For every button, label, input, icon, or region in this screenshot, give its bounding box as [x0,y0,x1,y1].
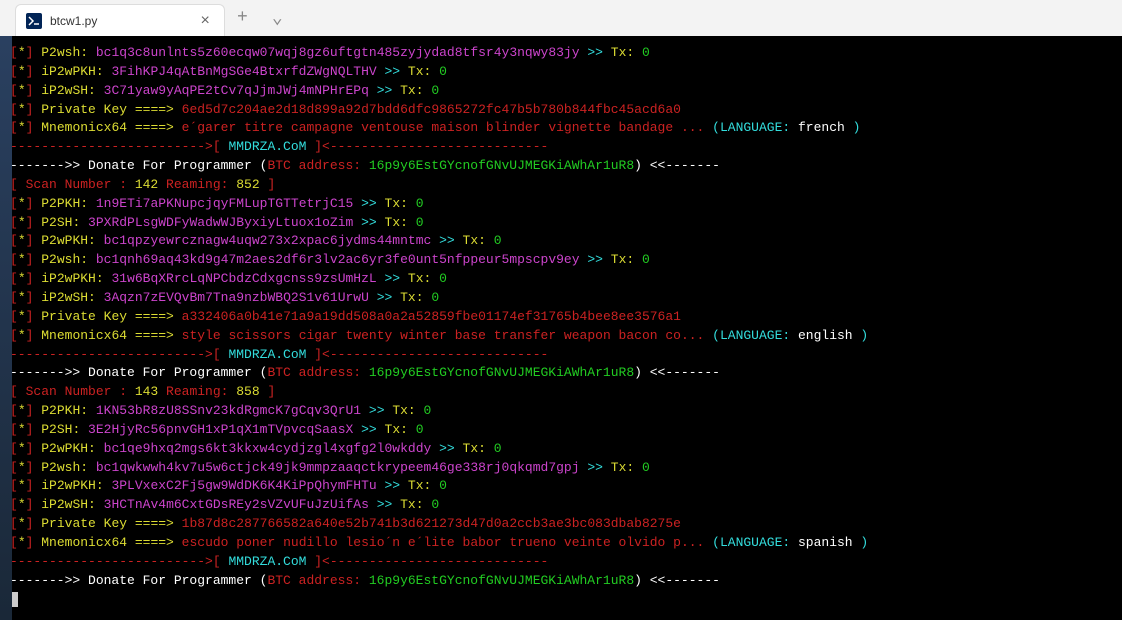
terminal-icon [26,13,42,29]
new-tab-button[interactable]: + [225,8,260,28]
left-strip [0,36,12,620]
titlebar: btcw1.py × + ⌄ [0,0,1122,36]
close-icon[interactable]: × [196,12,214,30]
tab-title: btcw1.py [50,14,188,28]
tab-dropdown-icon[interactable]: ⌄ [260,7,295,29]
terminal-output: [*] P2wsh: bc1q3c8unlnts5z60ecqw07wqj8gz… [0,36,1122,620]
tab[interactable]: btcw1.py × [15,4,225,36]
